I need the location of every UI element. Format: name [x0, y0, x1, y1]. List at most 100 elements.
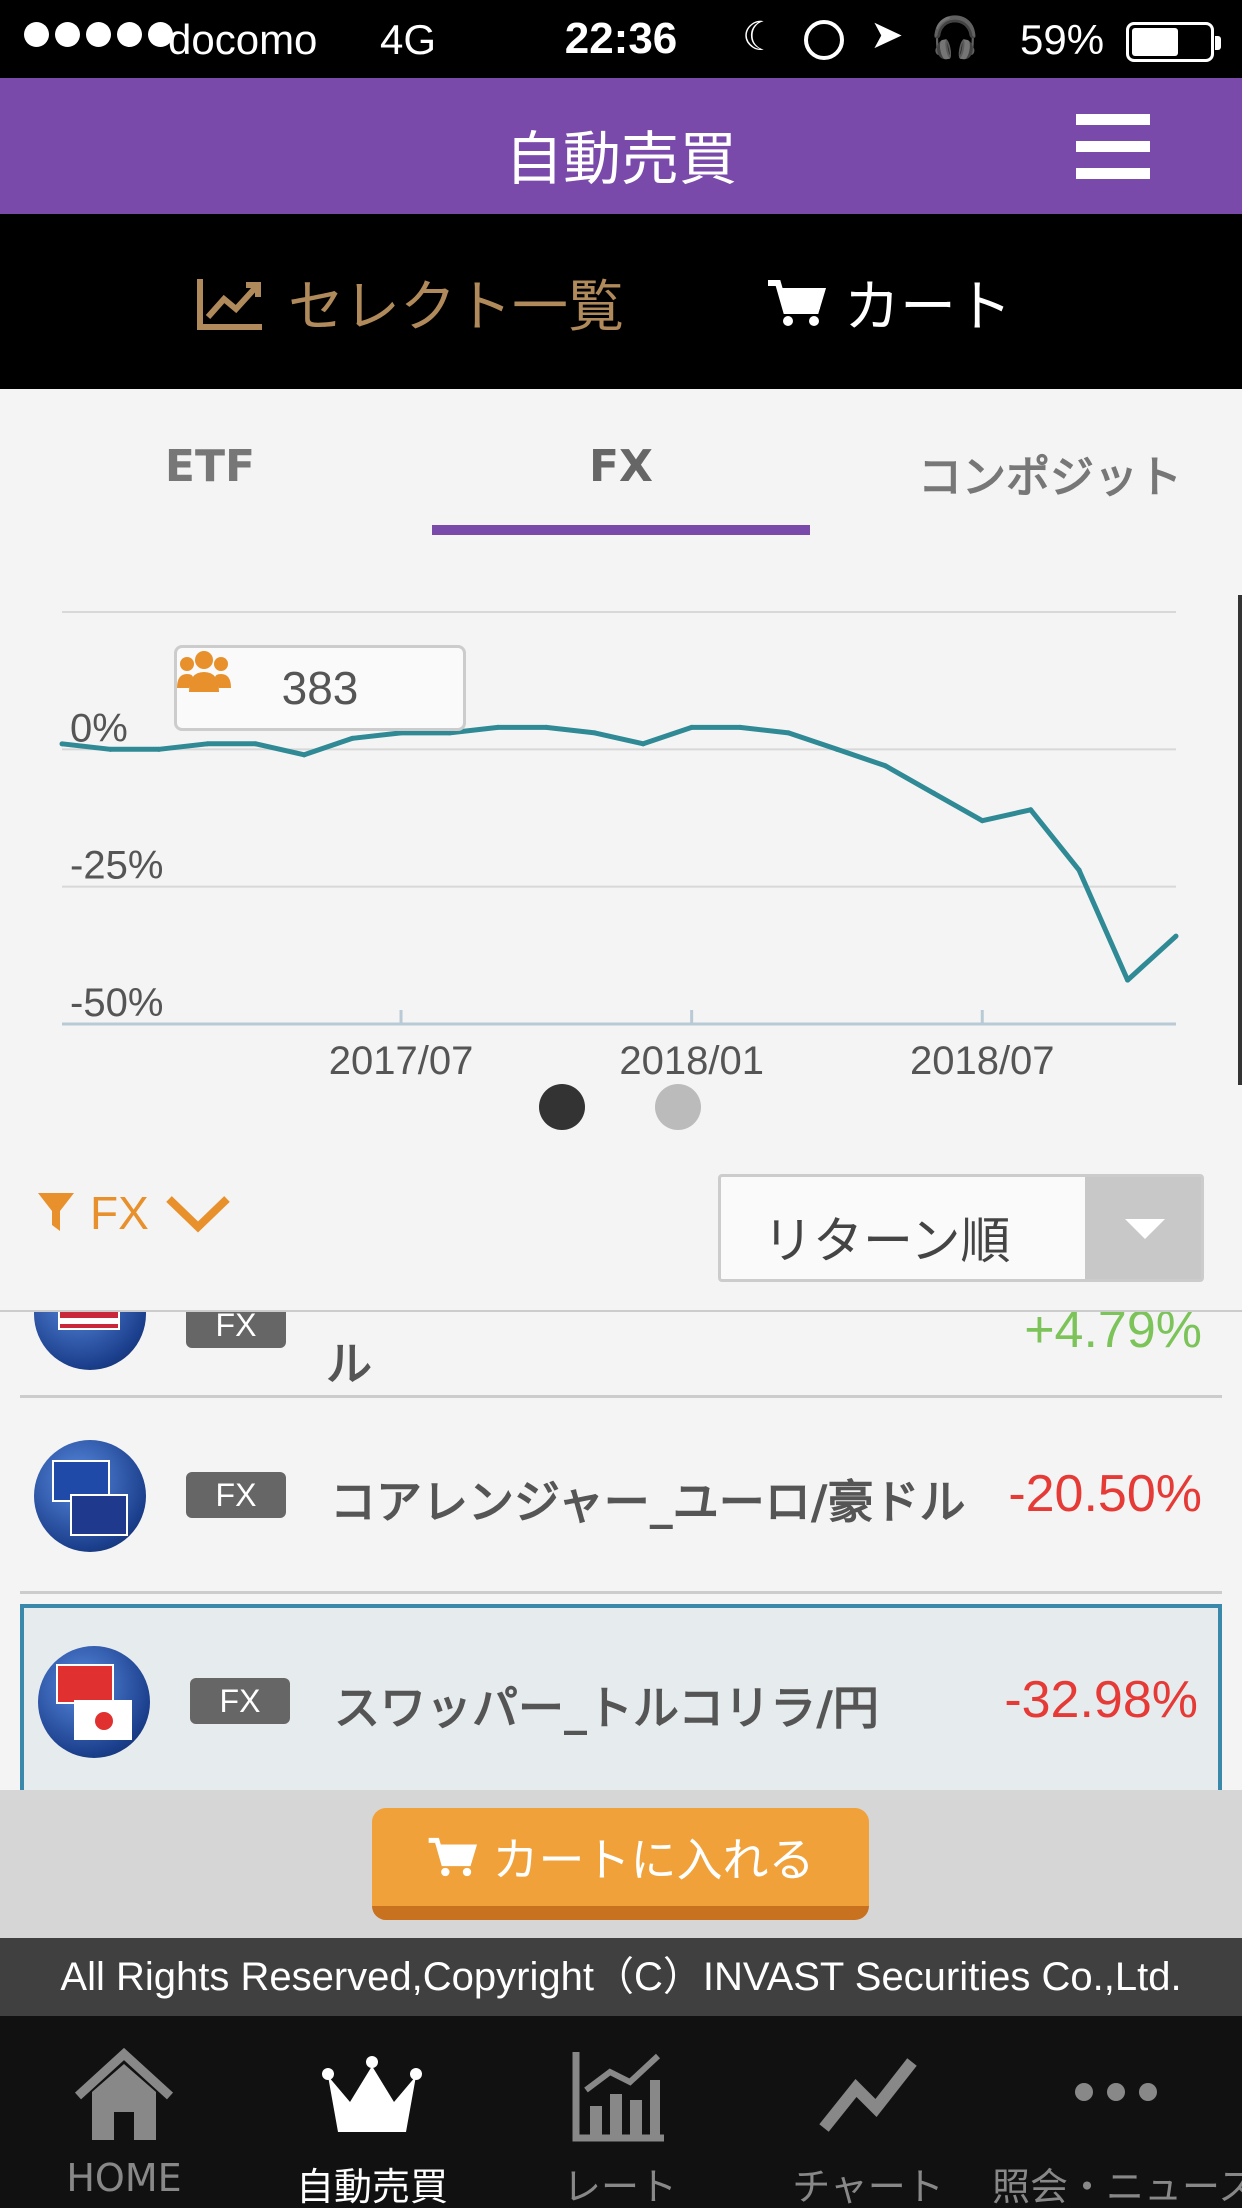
strategy-list: FX ル +4.79% FX コアレンジャー_ユーロ/豪ドル -20.50% F… — [0, 1310, 1242, 1810]
add-to-cart-button[interactable]: カートに入れる — [372, 1808, 869, 1920]
battery-icon — [1126, 22, 1221, 62]
location-arrow-icon: ➤ — [870, 13, 904, 57]
series-line — [61, 724, 1178, 983]
data-point — [931, 790, 937, 796]
filter-icon — [38, 1193, 74, 1231]
nav-label: チャート — [792, 2165, 944, 2208]
data-point — [446, 730, 452, 736]
nav-label: レート — [562, 2165, 677, 2208]
list-item[interactable]: FX コアレンジャー_ユーロ/豪ドル -20.50% — [20, 1398, 1222, 1594]
battery-percent: 59% — [1020, 16, 1105, 63]
moon-icon: ☾ — [742, 15, 778, 59]
home-icon — [74, 2047, 174, 2140]
x-tick-label: 2017/07 — [329, 1039, 474, 1083]
page-title: 自動売買 — [504, 125, 737, 193]
cart-icon — [428, 1837, 477, 1877]
data-point — [640, 741, 646, 747]
performance-chart[interactable]: 0% -25% -50% 2017/07 2018/01 2018/07 383 — [0, 540, 1242, 1160]
category-tag: FX — [186, 1312, 286, 1348]
chevron-down-icon — [166, 1196, 230, 1233]
select-list-button[interactable]: セレクト一覧 — [196, 262, 624, 343]
data-point — [1125, 977, 1131, 983]
tab-active-indicator — [432, 525, 810, 535]
nav-inquiry-news[interactable]: 照会・ニュース — [992, 2016, 1242, 2208]
data-point — [107, 746, 113, 752]
nav-label: HOME — [66, 2156, 182, 2200]
filter-dropdown[interactable]: FX — [36, 1186, 233, 1240]
users-icon — [177, 651, 231, 692]
tab-composite[interactable]: コンポジット — [880, 441, 1220, 505]
nav-chart[interactable]: チャート — [744, 2016, 992, 2208]
follower-count-badge: 383 — [174, 645, 466, 731]
sort-select[interactable]: リターン順 — [718, 1174, 1204, 1282]
return-value: -20.50% — [1008, 1465, 1202, 1523]
chart-svg: 0%-25%-50%2017/07 2018/01 2018/07 — [59, 611, 1179, 1130]
eur-aud-avatar — [34, 1440, 146, 1552]
data-point — [253, 741, 259, 747]
data-point — [1076, 867, 1082, 873]
cart-button[interactable]: カート — [766, 262, 1012, 343]
us-flag-avatar — [34, 1312, 146, 1370]
data-point — [1028, 807, 1034, 813]
data-point — [834, 746, 840, 752]
strategy-name: ル — [326, 1337, 372, 1391]
data-point — [592, 730, 598, 736]
list-item-selected[interactable]: FX スワッパー_トルコリラ/円 -32.98% — [20, 1604, 1222, 1796]
follower-count: 383 — [281, 662, 359, 714]
pagination-dot — [539, 1084, 585, 1130]
return-value: -32.98% — [1004, 1671, 1198, 1729]
add-to-cart-label: カートに入れる — [492, 1833, 815, 1887]
cart-action-area: カートに入れる — [0, 1790, 1242, 1938]
cart-icon — [768, 279, 826, 326]
chart-scrollbar — [1238, 595, 1242, 1085]
data-point — [398, 730, 404, 736]
hamburger-menu-icon[interactable] — [1076, 114, 1150, 180]
select-cart-bar: セレクト一覧 カート — [0, 214, 1242, 389]
copyright-text: All Rights Reserved,Copyright（C）INVAST S… — [0, 1938, 1242, 2016]
nav-home[interactable]: HOME — [0, 2016, 248, 2208]
rotation-lock-icon — [804, 20, 844, 60]
cart-label: カート — [844, 275, 1012, 340]
status-bar: docomo 4G 22:36 ☾ ➤ 🎧 59% — [0, 0, 1242, 78]
data-point — [156, 746, 162, 752]
tab-fx[interactable]: FX — [432, 441, 810, 492]
category-tabs: ETF FX コンポジット — [0, 389, 1242, 539]
headphones-icon: 🎧 — [930, 16, 980, 60]
list-item[interactable]: FX ル +4.79% — [20, 1310, 1222, 1398]
tab-etf[interactable]: ETF — [60, 441, 360, 492]
category-tag: FX — [190, 1678, 290, 1724]
filter-label: FX — [90, 1187, 149, 1239]
data-point — [543, 724, 549, 730]
select-list-label: セレクト一覧 — [288, 275, 624, 340]
line-chart-icon — [819, 2058, 917, 2132]
strategy-name: コアレンジャー_ユーロ/豪ドル — [330, 1475, 966, 1529]
nav-label: 照会・ニュース — [992, 2165, 1242, 2208]
crown-icon — [322, 2056, 422, 2132]
return-value: +4.79% — [1024, 1310, 1202, 1359]
data-point — [204, 741, 210, 747]
bar-chart-icon — [572, 2052, 664, 2142]
trend-chart-icon — [197, 278, 262, 330]
jp-flag-icon — [74, 1700, 132, 1740]
data-point — [882, 763, 888, 769]
nav-rate[interactable]: レート — [496, 2016, 744, 2208]
data-point — [786, 730, 792, 736]
data-point — [59, 741, 65, 747]
data-point — [301, 752, 307, 758]
nav-label: 自動売買 — [295, 2165, 448, 2208]
pagination-dot — [655, 1084, 701, 1130]
au-flag-icon — [70, 1494, 128, 1536]
nav-auto-trade[interactable]: 自動売買 — [248, 2016, 496, 2208]
dropdown-arrow-icon — [1085, 1177, 1201, 1279]
category-tag: FX — [186, 1472, 286, 1518]
bottom-nav: HOME 自動売買 レート チャート 照会・ニュース — [0, 2016, 1242, 2208]
data-point — [495, 724, 501, 730]
app-header: 自動売買 — [0, 78, 1242, 214]
data-point — [979, 818, 985, 824]
more-icon — [1075, 2083, 1157, 2101]
y-tick-label: -25% — [70, 844, 163, 888]
strategy-name: スワッパー_トルコリラ/円 — [334, 1681, 879, 1735]
tr-flag-icon — [56, 1664, 114, 1704]
data-point — [1173, 933, 1179, 939]
try-jpy-avatar — [38, 1646, 150, 1758]
